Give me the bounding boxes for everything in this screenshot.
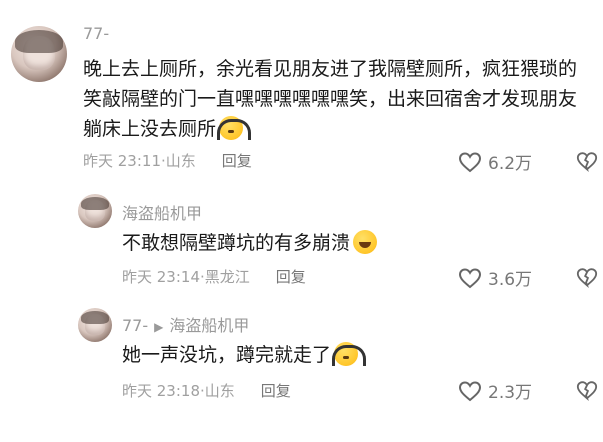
reply-button[interactable]: 回复 xyxy=(276,268,306,286)
like-count: 6.2万 xyxy=(488,154,533,174)
reply-username[interactable]: 海盗船机甲 xyxy=(122,200,202,224)
reply-location: 黑龙江 xyxy=(204,268,250,286)
reply-button[interactable]: 回复 xyxy=(261,382,291,400)
dislike-button[interactable] xyxy=(576,379,598,405)
like-count: 2.3万 xyxy=(488,383,533,403)
broken-heart-icon xyxy=(576,268,598,289)
comment-text: 晚上去上厕所，余光看见朋友进了我隔壁厕所，疯狂猥琐的笑敲隔壁的门一直嘿嘿嘿嘿嘿嘿… xyxy=(83,54,593,144)
dislike-button[interactable] xyxy=(576,266,598,292)
headphones-face-emoji-icon xyxy=(332,342,367,366)
like-button[interactable]: 2.3万 xyxy=(458,378,532,403)
avatar[interactable] xyxy=(78,308,112,342)
like-count: 3.6万 xyxy=(488,270,533,290)
reply-location: 山东 xyxy=(204,382,235,400)
comment-username[interactable]: 77- xyxy=(83,24,109,43)
reply-arrow-icon: ▶ xyxy=(154,320,164,334)
broken-heart-icon xyxy=(576,152,598,173)
comment-item: 77- 晚上去上厕所，余光看见朋友进了我隔壁厕所，疯狂猥琐的笑敲隔壁的门一直嘿嘿… xyxy=(0,0,603,185)
reply-meta: 昨天 23:14·黑龙江 回复 xyxy=(122,266,306,287)
reply-button[interactable]: 回复 xyxy=(222,152,252,170)
heart-icon xyxy=(458,267,482,288)
reply-username-line: 77- ▶ 海盗船机甲 xyxy=(122,312,249,336)
comment-text-content: 晚上去上厕所，余光看见朋友进了我隔壁厕所，疯狂猥琐的笑敲隔壁的门一直嘿嘿嘿嘿嘿嘿… xyxy=(83,58,578,140)
headphones-face-emoji-icon xyxy=(217,116,252,140)
dislike-button[interactable] xyxy=(576,150,598,176)
reply-text: 不敢想隔壁蹲坑的有多崩溃 xyxy=(122,228,592,258)
reply-text-content: 不敢想隔壁蹲坑的有多崩溃 xyxy=(122,232,351,254)
comment-meta: 昨天 23:11·山东 回复 xyxy=(83,150,252,171)
avatar[interactable] xyxy=(78,194,112,228)
reply-text-content: 她一声没坑，蹲完就走了 xyxy=(122,344,332,366)
laughing-face-emoji-icon xyxy=(353,230,378,254)
like-button[interactable]: 6.2万 xyxy=(458,149,532,174)
broken-heart-icon xyxy=(576,381,598,402)
reply-item: 77- ▶ 海盗船机甲 她一声没坑，蹲完就走了 昨天 23:18·山东 回复 2.3万 xyxy=(0,304,603,434)
reply-username[interactable]: 77- xyxy=(122,316,148,335)
comment-location: 山东 xyxy=(165,152,196,170)
avatar[interactable] xyxy=(11,26,67,82)
like-button[interactable]: 3.6万 xyxy=(458,265,532,290)
reply-time: 昨天 23:18 xyxy=(122,382,200,400)
comment-time: 昨天 23:11 xyxy=(83,152,161,170)
reply-time: 昨天 23:14 xyxy=(122,268,200,286)
reply-item: 海盗船机甲 不敢想隔壁蹲坑的有多崩溃 昨天 23:14·黑龙江 回复 3.6万 xyxy=(0,190,603,300)
reply-target-username[interactable]: 海盗船机甲 xyxy=(169,316,249,335)
heart-icon xyxy=(458,151,482,172)
reply-meta: 昨天 23:18·山东 回复 xyxy=(122,380,291,401)
reply-text: 她一声没坑，蹲完就走了 xyxy=(122,340,592,370)
heart-icon xyxy=(458,380,482,401)
